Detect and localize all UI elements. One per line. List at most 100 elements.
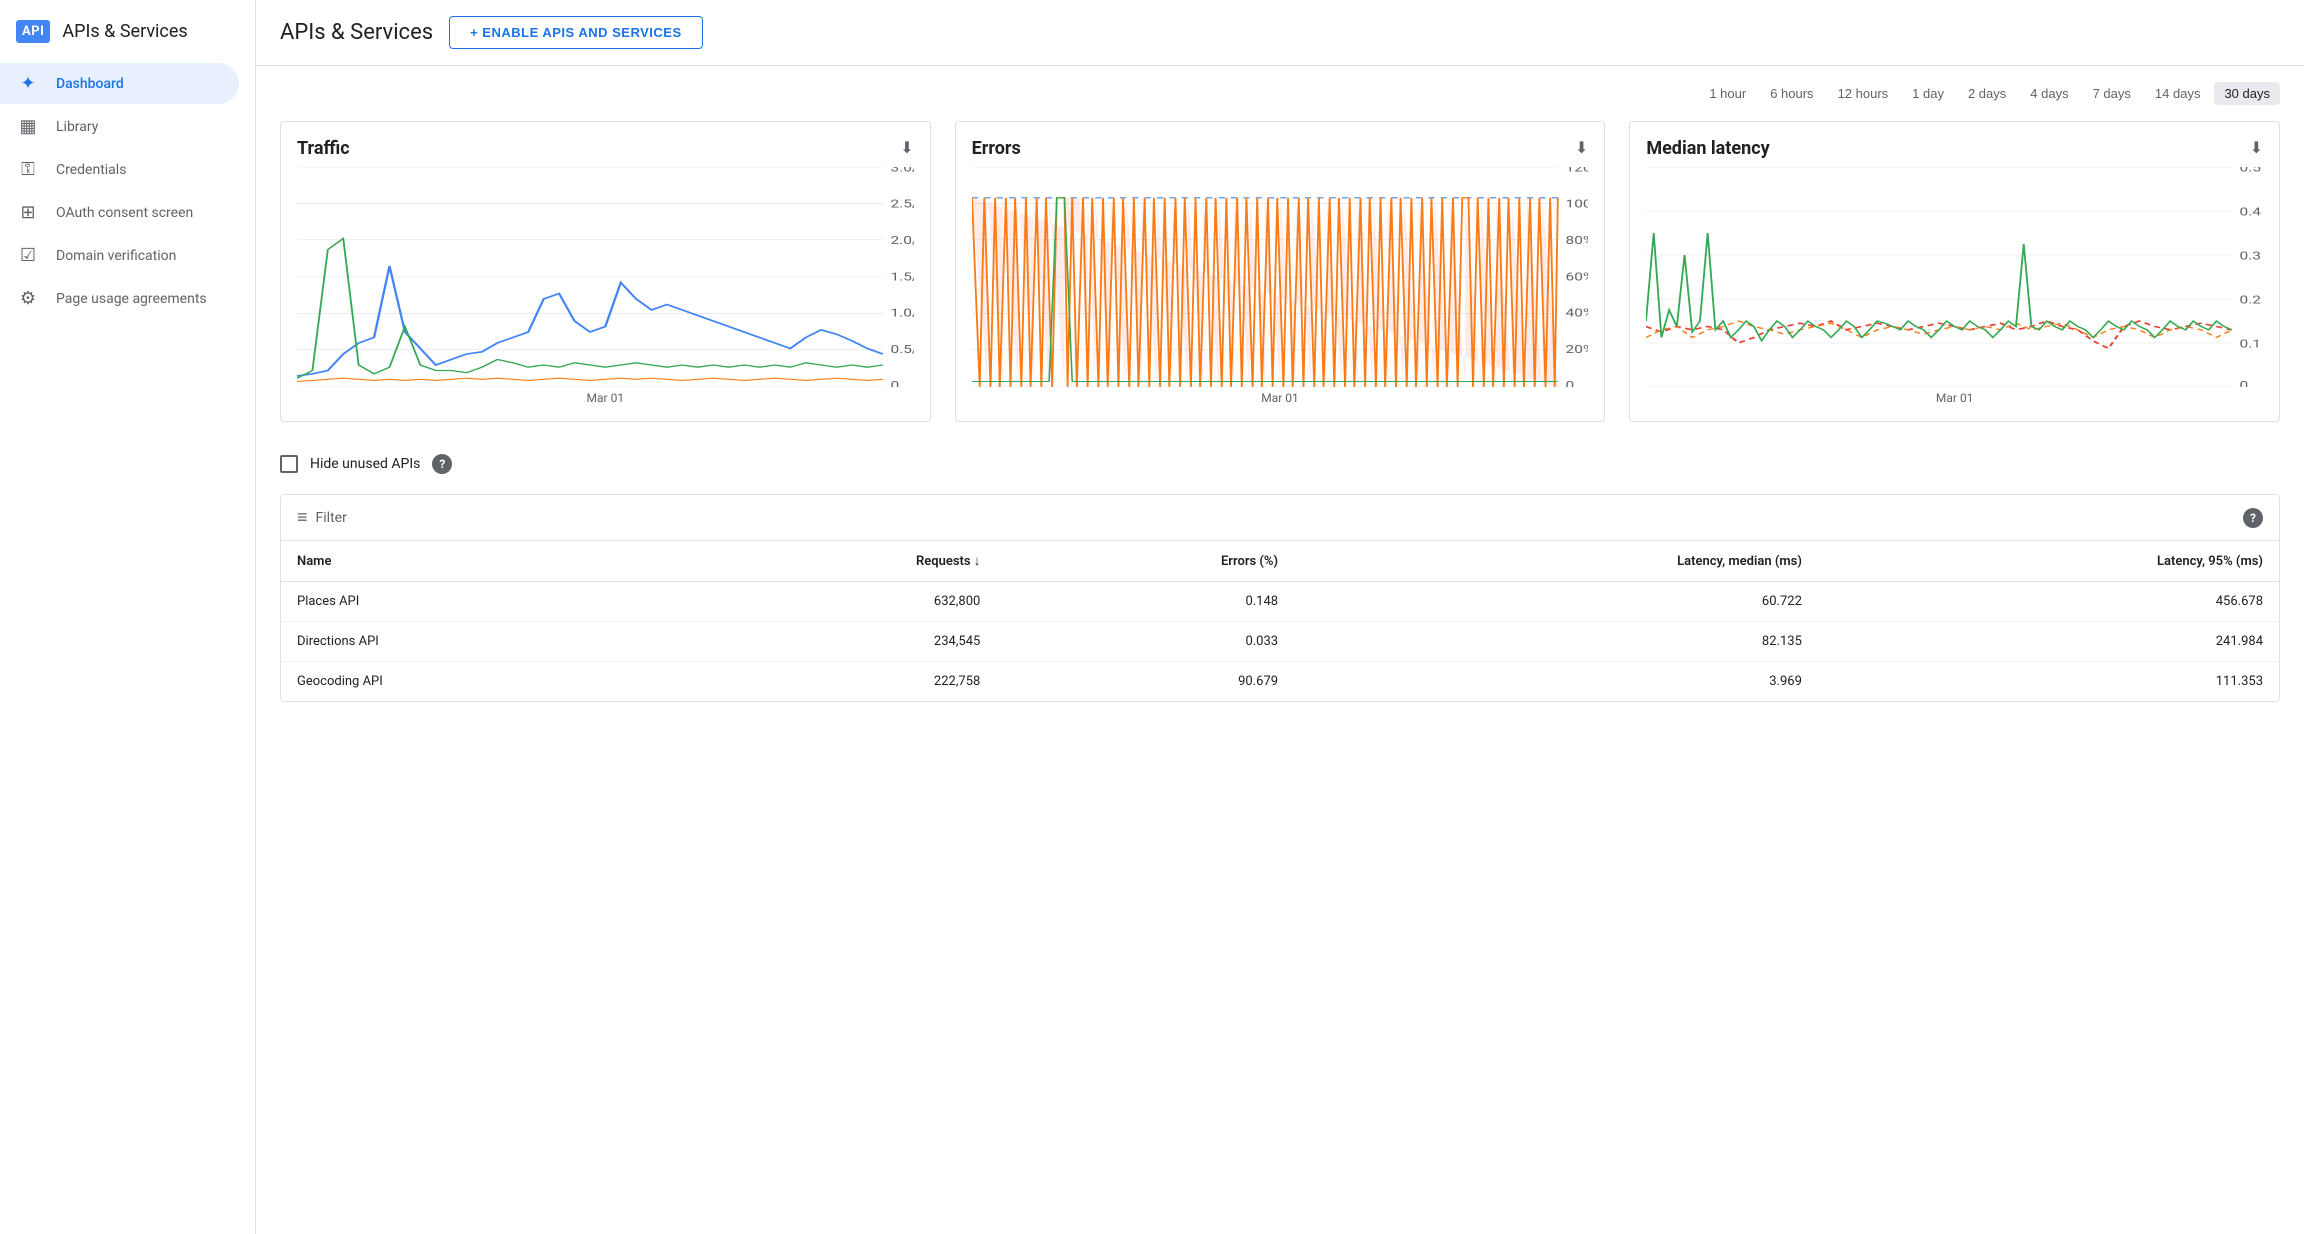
- time-btn-4-days[interactable]: 4 days: [2020, 82, 2078, 105]
- api-table: Name Requests ↓ Errors (%) Latency, medi…: [281, 541, 2279, 701]
- time-btn-2-days[interactable]: 2 days: [1958, 82, 2016, 105]
- latency-date-label: Mar 01: [1646, 391, 2263, 405]
- cell-latency-95: 111.353: [1818, 662, 2279, 702]
- page-usage-icon: ⚙: [16, 288, 40, 309]
- sidebar-item-domain[interactable]: ☑ Domain verification: [0, 235, 239, 276]
- sidebar-item-credentials[interactable]: ⚿ Credentials: [0, 149, 239, 190]
- time-btn-1-day[interactable]: 1 day: [1902, 82, 1954, 105]
- latency-chart-area: 0.5 0.4 0.3 0.2 0.1 0: [1646, 167, 2263, 387]
- cell-name: Places API: [281, 582, 675, 622]
- domain-icon: ☑: [16, 245, 40, 266]
- time-btn-12-hours[interactable]: 12 hours: [1828, 82, 1899, 105]
- time-btn-30-days[interactable]: 30 days: [2214, 82, 2280, 105]
- errors-chart-area: 120% 100% 80% 60% 40% 20% 0: [972, 167, 1589, 387]
- table-row[interactable]: Places API 632,800 0.148 60.722 456.678: [281, 582, 2279, 622]
- table-header: Name Requests ↓ Errors (%) Latency, medi…: [281, 541, 2279, 582]
- time-btn-14-days[interactable]: 14 days: [2145, 82, 2211, 105]
- svg-text:1.0/s: 1.0/s: [891, 308, 914, 320]
- errors-chart-card: Errors ⬇: [955, 121, 1606, 422]
- traffic-chart-title: Traffic: [297, 138, 350, 159]
- latency-download-icon[interactable]: ⬇: [2250, 138, 2263, 157]
- col-latency-95: Latency, 95% (ms): [1818, 541, 2279, 582]
- sidebar-item-library[interactable]: ▦ Library: [0, 106, 239, 147]
- traffic-chart-header: Traffic ⬇: [297, 138, 914, 159]
- svg-text:0: 0: [1565, 380, 1574, 387]
- sidebar-item-label-credentials: Credentials: [56, 162, 126, 178]
- errors-chart-header: Errors ⬇: [972, 138, 1589, 159]
- latency-chart-header: Median latency ⬇: [1646, 138, 2263, 159]
- col-name-label: Name: [297, 554, 331, 569]
- svg-text:2.5/s: 2.5/s: [891, 199, 914, 211]
- cell-requests: 234,545: [675, 622, 997, 662]
- sidebar-item-oauth[interactable]: ⊞ OAuth consent screen: [0, 192, 239, 233]
- cell-errors: 90.679: [996, 662, 1294, 702]
- table-body: Places API 632,800 0.148 60.722 456.678 …: [281, 582, 2279, 702]
- svg-text:0.4: 0.4: [2240, 206, 2262, 218]
- sidebar-item-dashboard[interactable]: ✦ Dashboard: [0, 63, 239, 104]
- traffic-chart-card: Traffic ⬇: [280, 121, 931, 422]
- latency-chart-card: Median latency ⬇: [1629, 121, 2280, 422]
- cell-latency-median: 3.969: [1294, 662, 1818, 702]
- svg-text:0: 0: [2240, 380, 2249, 387]
- sidebar-item-label-domain: Domain verification: [56, 248, 176, 264]
- svg-text:0: 0: [891, 380, 900, 387]
- latency-chart-svg: 0.5 0.4 0.3 0.2 0.1 0: [1646, 167, 2263, 387]
- charts-row: Traffic ⬇: [280, 121, 2280, 422]
- page-title: APIs & Services: [280, 20, 433, 45]
- svg-text:1.5/s: 1.5/s: [891, 271, 914, 283]
- svg-text:0.3: 0.3: [2240, 250, 2261, 262]
- svg-text:20%: 20%: [1565, 344, 1588, 356]
- cell-name: Geocoding API: [281, 662, 675, 702]
- errors-chart-svg: 120% 100% 80% 60% 40% 20% 0: [972, 167, 1589, 387]
- time-btn-6-hours[interactable]: 6 hours: [1760, 82, 1823, 105]
- library-icon: ▦: [16, 116, 40, 137]
- svg-text:0.5/s: 0.5/s: [891, 344, 914, 356]
- sidebar-title: APIs & Services: [62, 21, 187, 42]
- errors-date-label: Mar 01: [972, 391, 1589, 405]
- hide-unused-checkbox[interactable]: [280, 455, 298, 473]
- filter-row[interactable]: ≡ Filter: [297, 507, 347, 528]
- cell-name: Directions API: [281, 622, 675, 662]
- errors-download-icon[interactable]: ⬇: [1575, 138, 1588, 157]
- oauth-icon: ⊞: [16, 202, 40, 223]
- table-row[interactable]: Directions API 234,545 0.033 82.135 241.…: [281, 622, 2279, 662]
- filter-icon: ≡: [297, 507, 308, 528]
- hide-unused-row: Hide unused APIs ?: [280, 454, 2280, 474]
- svg-text:60%: 60%: [1565, 271, 1588, 283]
- svg-text:80%: 80%: [1565, 235, 1588, 247]
- sidebar-nav: ✦ Dashboard ▦ Library ⚿ Credentials ⊞ OA…: [0, 63, 255, 319]
- table-help-icon[interactable]: ?: [2243, 508, 2263, 528]
- table-row[interactable]: Geocoding API 222,758 90.679 3.969 111.3…: [281, 662, 2279, 702]
- cell-latency-median: 60.722: [1294, 582, 1818, 622]
- sidebar-item-page-usage[interactable]: ⚙ Page usage agreements: [0, 278, 239, 319]
- cell-requests: 632,800: [675, 582, 997, 622]
- col-latency-median: Latency, median (ms): [1294, 541, 1818, 582]
- sidebar-header: API APIs & Services: [0, 8, 255, 63]
- time-btn-7-days[interactable]: 7 days: [2083, 82, 2141, 105]
- svg-text:0.2: 0.2: [2240, 294, 2262, 306]
- svg-text:100%: 100%: [1565, 199, 1588, 211]
- dashboard-icon: ✦: [16, 73, 40, 94]
- cell-requests: 222,758: [675, 662, 997, 702]
- col-requests[interactable]: Requests ↓: [675, 541, 997, 582]
- hide-unused-help-icon[interactable]: ?: [432, 454, 452, 474]
- svg-text:2.0/s: 2.0/s: [891, 235, 914, 247]
- hide-unused-label: Hide unused APIs: [310, 456, 420, 472]
- traffic-chart-area: 3.0/s 2.5/s 2.0/s 1.5/s 1.0/s 0.5/s 0: [297, 167, 914, 387]
- svg-text:120%: 120%: [1565, 167, 1588, 175]
- credentials-icon: ⚿: [16, 159, 40, 180]
- time-range-bar: 1 hour6 hours12 hours1 day2 days4 days7 …: [280, 82, 2280, 105]
- sidebar-item-label-oauth: OAuth consent screen: [56, 205, 193, 221]
- time-btn-1-hour[interactable]: 1 hour: [1699, 82, 1756, 105]
- sidebar-item-label-page-usage: Page usage agreements: [56, 291, 207, 307]
- traffic-chart-svg: 3.0/s 2.5/s 2.0/s 1.5/s 1.0/s 0.5/s 0: [297, 167, 914, 387]
- enable-apis-button[interactable]: + ENABLE APIS AND SERVICES: [449, 16, 703, 49]
- sidebar: API APIs & Services ✦ Dashboard ▦ Librar…: [0, 0, 256, 1234]
- svg-text:40%: 40%: [1565, 308, 1588, 320]
- col-name: Name: [281, 541, 675, 582]
- api-table-section: ≡ Filter ? Name Requests ↓ Errors (%): [280, 494, 2280, 702]
- traffic-download-icon[interactable]: ⬇: [900, 138, 913, 157]
- latency-chart-title: Median latency: [1646, 138, 1769, 159]
- errors-chart-title: Errors: [972, 138, 1021, 159]
- sidebar-item-label-library: Library: [56, 119, 98, 135]
